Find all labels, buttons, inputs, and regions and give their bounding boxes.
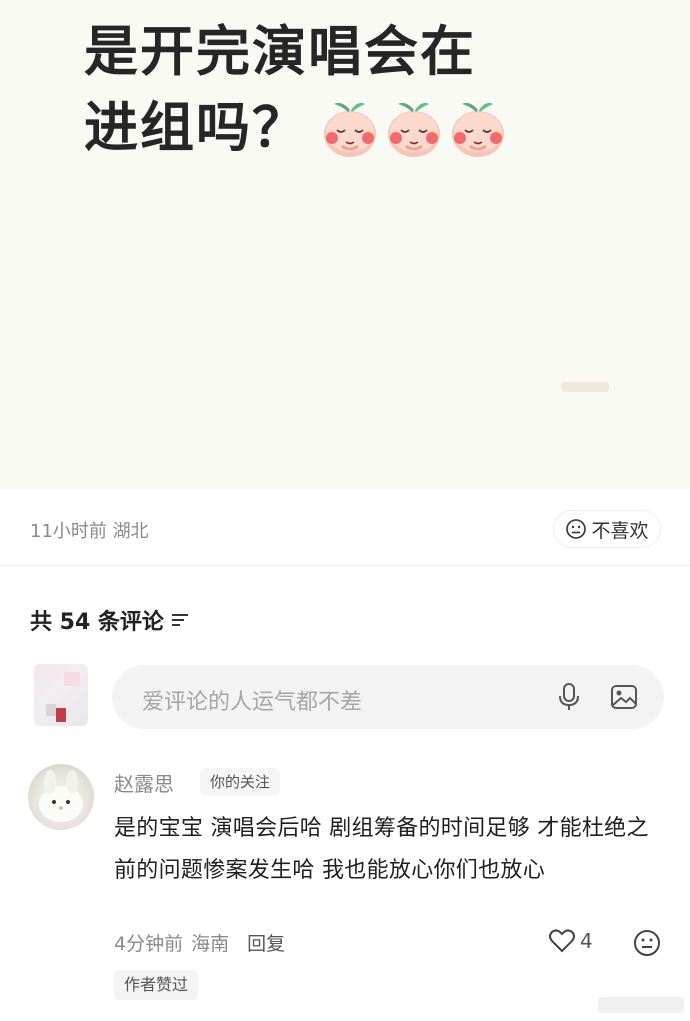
author-liked-badge: 作者赞过: [114, 970, 199, 1000]
dislike-label: 不喜欢: [591, 519, 649, 542]
emoji-row: [320, 96, 508, 158]
microphone-icon[interactable]: [556, 682, 582, 712]
watermark: [598, 997, 684, 1013]
peach-face-emoji: [324, 103, 376, 158]
post-card: 是开完演唱会在 进组吗？: [0, 0, 690, 490]
post-text-line-2: 进组吗？: [84, 90, 544, 166]
comment-count: 共 54 条评论: [30, 610, 164, 635]
following-badge: 你的关注: [200, 768, 281, 796]
comment-time: 4分钟前: [114, 933, 184, 955]
reply-button[interactable]: 回复: [247, 929, 285, 956]
neutral-face-icon: [566, 519, 587, 539]
post-time-location: 11小时前 湖北: [30, 521, 149, 542]
rabbit-avatar-image: [39, 770, 83, 822]
comments-header[interactable]: 共 54 条评论: [30, 604, 190, 636]
commenter-name[interactable]: 赵露思: [114, 768, 174, 797]
comment-input[interactable]: 爱评论的人运气都不差: [112, 665, 664, 729]
comment-location: 海南: [191, 933, 230, 955]
like-button[interactable]: 4: [548, 928, 593, 954]
image-artifact: [561, 382, 609, 392]
my-avatar: [34, 664, 88, 726]
peach-face-emoji: [452, 103, 504, 158]
comment-meta: 4分钟前 海南 回复: [114, 929, 285, 956]
comment-input-placeholder: 爱评论的人运气都不差: [142, 690, 363, 715]
post-text: 是开完演唱会在 进组吗？: [84, 14, 544, 166]
image-icon[interactable]: [610, 683, 638, 711]
peach-face-emoji: [388, 103, 440, 158]
commenter-avatar[interactable]: [28, 764, 94, 830]
post-meta-row: 11小时前 湖北 不喜欢: [0, 490, 690, 566]
sort-icon[interactable]: [170, 611, 190, 629]
heart-icon: [549, 929, 575, 953]
neutral-face-icon[interactable]: [632, 928, 662, 958]
dislike-button[interactable]: 不喜欢: [553, 510, 661, 548]
comment-body: 是的宝宝 演唱会后哈 剧组筹备的时间足够 才能杜绝之前的问题惨案发生哈 我也能放…: [114, 816, 649, 883]
like-count: 4: [580, 929, 593, 953]
post-text-line-2-text: 进组吗？: [84, 96, 308, 159]
post-text-line-1: 是开完演唱会在: [84, 20, 476, 83]
